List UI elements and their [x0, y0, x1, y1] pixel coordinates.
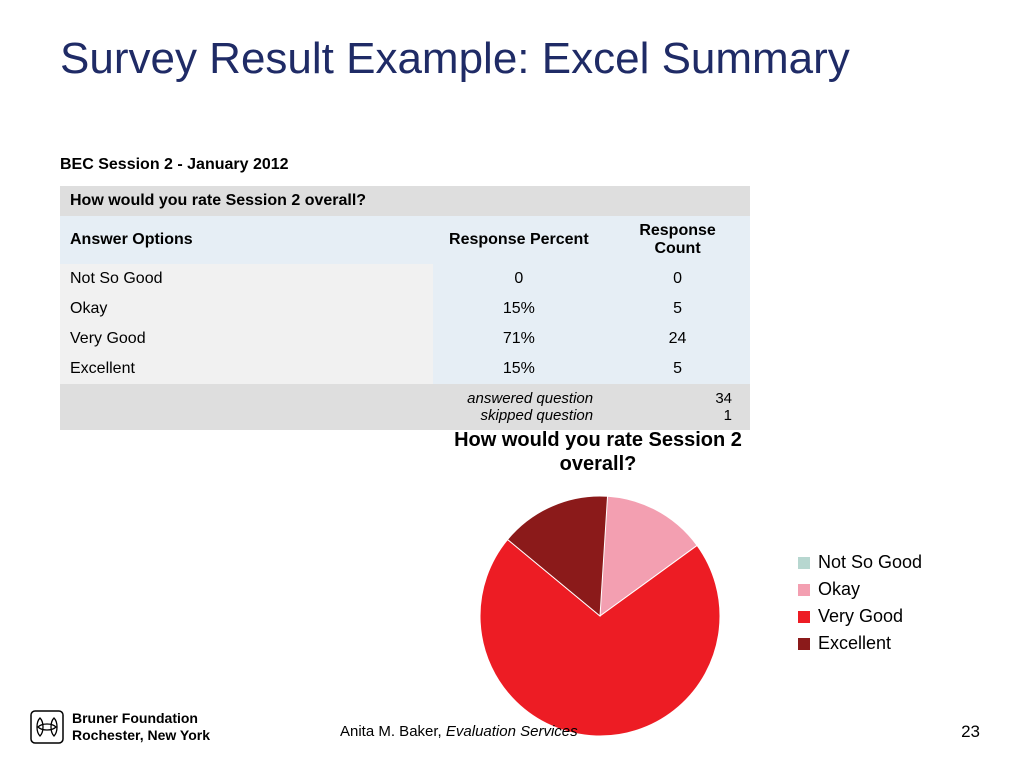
legend-label: Excellent — [818, 633, 891, 654]
skipped-row: skipped question 1 — [60, 407, 750, 430]
skipped-value: 1 — [605, 407, 750, 430]
skipped-label: skipped question — [433, 407, 606, 430]
legend-swatch-icon — [798, 611, 810, 623]
row-pct: 15% — [433, 354, 606, 384]
col-response-percent: Response Percent — [433, 216, 606, 264]
row-label: Not So Good — [60, 264, 433, 294]
row-cnt: 5 — [605, 294, 750, 324]
chart-legend: Not So Good Okay Very Good Excellent — [798, 546, 922, 660]
author-name: Anita M. Baker, — [340, 723, 446, 740]
row-label: Okay — [60, 294, 433, 324]
footer-org-2: Rochester, New York — [72, 727, 210, 744]
row-cnt: 24 — [605, 324, 750, 354]
survey-table: How would you rate Session 2 overall? An… — [60, 186, 750, 430]
legend-swatch-icon — [798, 584, 810, 596]
legend-item: Not So Good — [798, 552, 922, 573]
legend-label: Not So Good — [818, 552, 922, 573]
row-pct: 0 — [433, 264, 606, 294]
legend-swatch-icon — [798, 638, 810, 650]
question-cell: How would you rate Session 2 overall? — [60, 186, 750, 216]
legend-item: Excellent — [798, 633, 922, 654]
chart-title: How would you rate Session 2 overall? — [418, 428, 778, 476]
slide-title: Survey Result Example: Excel Summary — [60, 34, 850, 84]
footer-logo: Bruner Foundation Rochester, New York — [30, 710, 210, 744]
col-response-count: Response Count — [605, 216, 750, 264]
pie-chart — [400, 486, 800, 751]
page-number: 23 — [961, 722, 980, 742]
row-pct: 15% — [433, 294, 606, 324]
row-cnt: 0 — [605, 264, 750, 294]
table-row: Okay 15% 5 — [60, 294, 750, 324]
author-role: Evaluation Services — [446, 723, 578, 740]
table-row: Not So Good 0 0 — [60, 264, 750, 294]
legend-label: Okay — [818, 579, 860, 600]
table-caption: BEC Session 2 - January 2012 — [60, 156, 289, 174]
table-row: Very Good 71% 24 — [60, 324, 750, 354]
footer-org-1: Bruner Foundation — [72, 710, 210, 727]
row-label: Excellent — [60, 354, 433, 384]
col-answer-options: Answer Options — [60, 216, 433, 264]
legend-item: Very Good — [798, 606, 922, 627]
table-row: Excellent 15% 5 — [60, 354, 750, 384]
footer-author: Anita M. Baker, Evaluation Services — [340, 723, 578, 740]
answered-row: answered question 34 — [60, 384, 750, 407]
row-pct: 71% — [433, 324, 606, 354]
legend-item: Okay — [798, 579, 922, 600]
knot-icon — [30, 710, 64, 744]
row-cnt: 5 — [605, 354, 750, 384]
answered-value: 34 — [605, 384, 750, 407]
legend-swatch-icon — [798, 557, 810, 569]
legend-label: Very Good — [818, 606, 903, 627]
answered-label: answered question — [433, 384, 606, 407]
row-label: Very Good — [60, 324, 433, 354]
